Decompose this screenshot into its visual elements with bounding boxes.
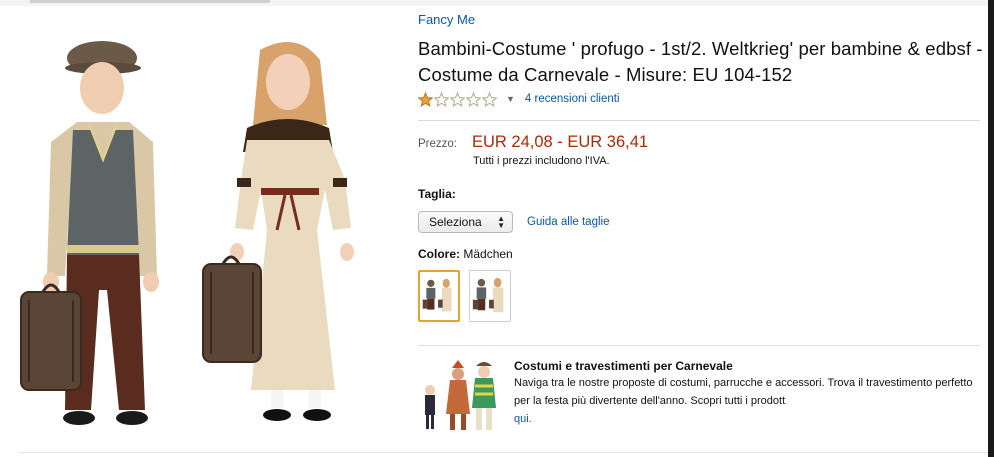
promo-image[interactable] — [418, 358, 502, 436]
star-icon — [450, 91, 465, 107]
swatch-thumbnail — [472, 277, 504, 313]
chevron-down-icon[interactable]: ▼ — [506, 94, 515, 104]
product-image[interactable] — [15, 30, 405, 440]
brand-link[interactable]: Fancy Me — [418, 12, 983, 28]
bottom-divider — [20, 452, 990, 453]
reviews-link[interactable]: 4 recensioni clienti — [525, 93, 620, 105]
star-icon — [418, 91, 433, 107]
product-details: Fancy Me Bambini-Costume ' profugo - 1st… — [418, 12, 983, 436]
size-select[interactable]: Seleziona ▲ ▼ — [418, 211, 513, 233]
size-select-value: Seleziona — [429, 215, 482, 229]
color-swatch[interactable] — [418, 270, 460, 322]
price-label: Prezzo: — [418, 138, 457, 150]
promo-banner: Costumi e travestimenti per Carnevale Na… — [418, 358, 983, 436]
size-guide-link[interactable]: Guida alle taglie — [527, 216, 609, 228]
size-label: Taglia: — [418, 187, 456, 201]
right-border — [988, 0, 994, 457]
color-value: Mädchen — [463, 247, 513, 261]
star-icon — [466, 91, 481, 107]
product-photo — [20, 41, 354, 425]
promo-title: Costumi e travestimenti per Carnevale — [514, 359, 733, 373]
price-value: EUR 24,08 - EUR 36,41 — [472, 133, 649, 151]
star-icon — [434, 91, 449, 107]
price-row: Prezzo: EUR 24,08 - EUR 36,41 — [418, 133, 983, 152]
rating-row: ▼ 4 recensioni clienti — [418, 90, 983, 108]
vat-note: Tutti i prezzi includono l'IVA. — [473, 155, 610, 167]
star-rating[interactable] — [418, 91, 498, 107]
divider — [418, 345, 980, 346]
size-row: Seleziona ▲ ▼ Guida alle taglie — [418, 211, 983, 233]
divider — [418, 120, 980, 121]
swatch-thumbnail — [422, 278, 452, 312]
promo-text: Costumi e travestimenti per Carnevale Na… — [514, 358, 983, 436]
costume-figures-icon — [425, 360, 496, 430]
promo-body-text: Naviga tra le nostre proposte di costumi… — [514, 377, 973, 407]
promo-body: Naviga tra le nostre proposte di costumi… — [514, 374, 983, 428]
promo-link[interactable]: qui. — [514, 413, 532, 425]
product-title: Bambini-Costume ' profugo - 1st/2. Weltk… — [418, 38, 983, 85]
clipped-breadcrumb — [30, 0, 270, 3]
color-swatch[interactable] — [469, 270, 511, 322]
girl-figure — [202, 42, 354, 421]
select-arrows-icon: ▲ ▼ — [497, 214, 505, 230]
color-swatches — [418, 270, 983, 322]
star-icon — [482, 91, 497, 107]
color-label: Colore: — [418, 247, 460, 261]
boy-figure — [20, 41, 159, 425]
color-row: Colore: Mädchen — [418, 247, 983, 261]
top-strip — [0, 0, 994, 6]
